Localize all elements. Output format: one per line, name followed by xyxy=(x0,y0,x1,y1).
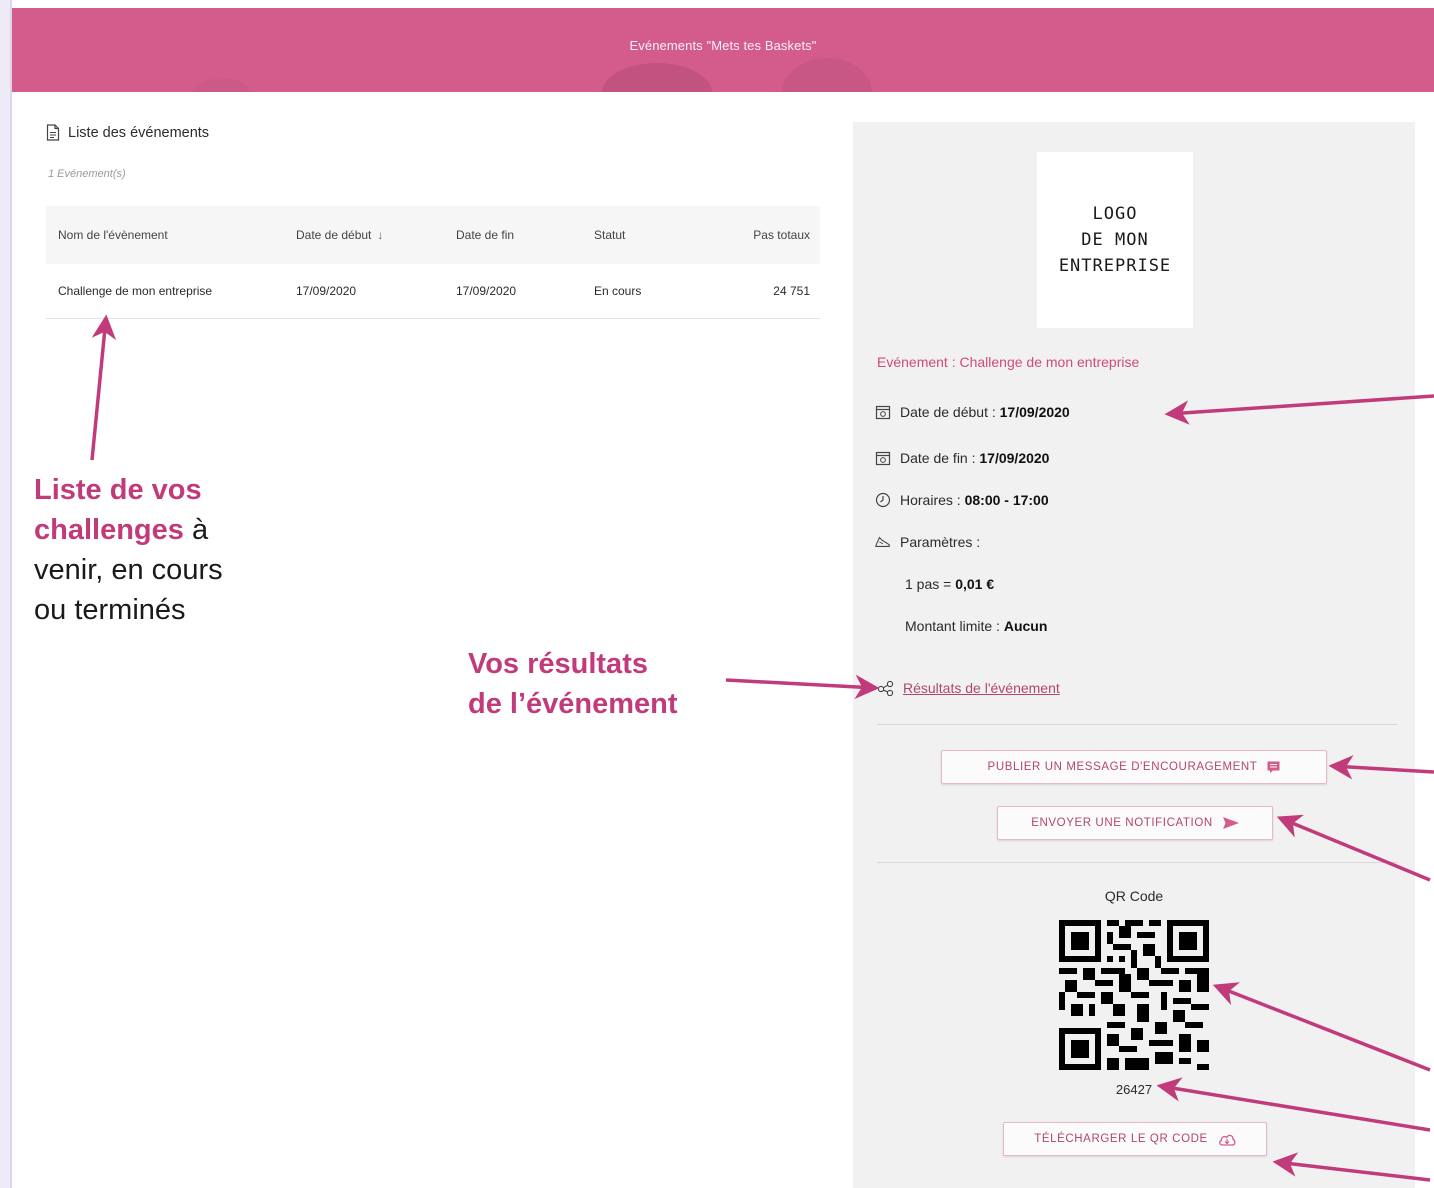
banner-photo-shape xyxy=(602,63,712,92)
qr-code-label: QR Code xyxy=(1104,888,1164,904)
start-date-text: Date de début : 17/09/2020 xyxy=(900,404,1070,420)
clock-icon xyxy=(875,492,891,508)
event-detail-panel: LOGO DE MON ENTREPRISE Evénement : Chall… xyxy=(853,122,1415,1188)
events-table: Nom de l'évènement Date de début ↓ Date d… xyxy=(46,206,820,319)
start-date-value: 17/09/2020 xyxy=(999,404,1070,420)
qr-code-image xyxy=(1059,920,1209,1070)
parameters-label: Paramètres : xyxy=(900,534,981,550)
annotation-line: Liste de vos xyxy=(34,470,223,510)
annotation-line: Vos résultats xyxy=(468,648,648,680)
table-header-row: Nom de l'évènement Date de début ↓ Date d… xyxy=(46,206,820,264)
limit-value: Aucun xyxy=(1003,618,1048,634)
annotation-results: Vos résultats de l’événement xyxy=(468,644,678,724)
hours-value: 08:00 - 17:00 xyxy=(964,492,1049,508)
step-value-row: 1 pas = 0,01 € xyxy=(905,576,994,592)
sneaker-icon xyxy=(875,536,890,547)
list-header: Liste des événements xyxy=(46,124,209,141)
limit-label: Montant limite : xyxy=(905,618,1004,634)
annotation-list: Liste de vos challenges à venir, en cour… xyxy=(34,470,223,630)
annotation-line: challenges à xyxy=(34,510,223,550)
annotation-line: de l’événement xyxy=(468,688,678,720)
end-date-text: Date de fin : 17/09/2020 xyxy=(900,450,1049,466)
parameters-row: Paramètres : xyxy=(875,534,980,550)
hours-row: Horaires : 08:00 - 17:00 xyxy=(875,492,1049,508)
hours-text: Horaires : 08:00 - 17:00 xyxy=(900,492,1049,508)
publish-encouragement-button[interactable]: PUBLIER UN MESSAGE D'ENCOURAGEMENT xyxy=(941,750,1327,784)
start-date-row: Date de début : 17/09/2020 xyxy=(875,404,1070,420)
step-value: 0,01 € xyxy=(955,576,995,592)
banner-photo-shape xyxy=(782,58,872,92)
annotation-text: à xyxy=(183,514,209,546)
arrow-to-event-row xyxy=(90,314,117,461)
cell-event-name[interactable]: Challenge de mon entreprise xyxy=(46,264,284,319)
logo-text-line: DE MON xyxy=(1081,230,1149,250)
company-logo: LOGO DE MON ENTREPRISE xyxy=(1037,152,1193,328)
cell-start-date: 17/09/2020 xyxy=(284,264,444,319)
results-link-label[interactable]: Résultats de l'événement xyxy=(903,680,1060,696)
table-row[interactable]: Challenge de mon entreprise 17/09/2020 1… xyxy=(46,264,820,319)
limit-row: Montant limite : Aucun xyxy=(905,618,1047,634)
send-icon xyxy=(1222,817,1239,829)
download-button-label: TÉLÉCHARGER LE QR CODE xyxy=(1034,1133,1208,1145)
column-header-status[interactable]: Statut xyxy=(582,206,702,264)
publish-button-label: PUBLIER UN MESSAGE D'ENCOURAGEMENT xyxy=(987,761,1258,773)
end-date-label: Date de fin : xyxy=(900,450,980,466)
calendar-icon xyxy=(875,405,891,420)
column-header-steps[interactable]: Pas totaux xyxy=(702,206,820,264)
document-icon xyxy=(46,124,60,141)
left-sidebar-edge xyxy=(0,0,12,1188)
annotation-highlight: challenges xyxy=(34,514,184,546)
share-network-icon xyxy=(877,680,894,696)
annotation-highlight: Liste de vos xyxy=(34,474,202,506)
message-icon xyxy=(1267,761,1280,773)
start-date-label: Date de début : xyxy=(900,404,1000,420)
cell-end-date: 17/09/2020 xyxy=(444,264,582,319)
column-header-end-date[interactable]: Date de fin xyxy=(444,206,582,264)
end-date-value: 17/09/2020 xyxy=(979,450,1050,466)
end-date-row: Date de fin : 17/09/2020 xyxy=(875,450,1049,466)
logo-text-line: ENTREPRISE xyxy=(1058,256,1172,276)
divider xyxy=(877,862,1397,863)
send-notification-button[interactable]: ENVOYER UNE NOTIFICATION xyxy=(997,806,1273,840)
calendar-icon xyxy=(875,451,891,466)
results-link[interactable]: Résultats de l'événement xyxy=(877,680,1060,696)
list-title: Liste des événements xyxy=(68,124,210,141)
event-count: 1 Evénement(s) xyxy=(48,168,126,180)
notify-button-label: ENVOYER UNE NOTIFICATION xyxy=(1031,817,1213,829)
column-header-name[interactable]: Nom de l'évènement xyxy=(46,206,284,264)
event-name: Evénement : Challenge de mon entreprise xyxy=(877,354,1140,370)
banner-photo-shape xyxy=(192,78,252,92)
cell-total-steps: 24 751 xyxy=(702,264,820,319)
download-qr-button[interactable]: TÉLÉCHARGER LE QR CODE xyxy=(1003,1122,1267,1156)
column-header-start-date[interactable]: Date de début ↓ xyxy=(284,206,444,264)
page-title: Evénements "Mets tes Baskets" xyxy=(629,38,817,53)
divider xyxy=(877,724,1397,725)
hours-label: Horaires : xyxy=(900,492,965,508)
sort-down-icon[interactable]: ↓ xyxy=(377,228,383,242)
annotation-line: venir, en cours xyxy=(34,554,223,586)
step-label: 1 pas = xyxy=(905,576,956,592)
qr-code-number: 26427 xyxy=(1115,1082,1153,1097)
cloud-download-icon xyxy=(1218,1134,1236,1146)
logo-text-line: LOGO xyxy=(1092,204,1138,224)
annotation-line: ou terminés xyxy=(34,594,186,626)
header-banner: Evénements "Mets tes Baskets" xyxy=(12,8,1434,92)
column-header-label: Date de début xyxy=(296,228,372,242)
status-badge: En cours xyxy=(582,264,702,319)
